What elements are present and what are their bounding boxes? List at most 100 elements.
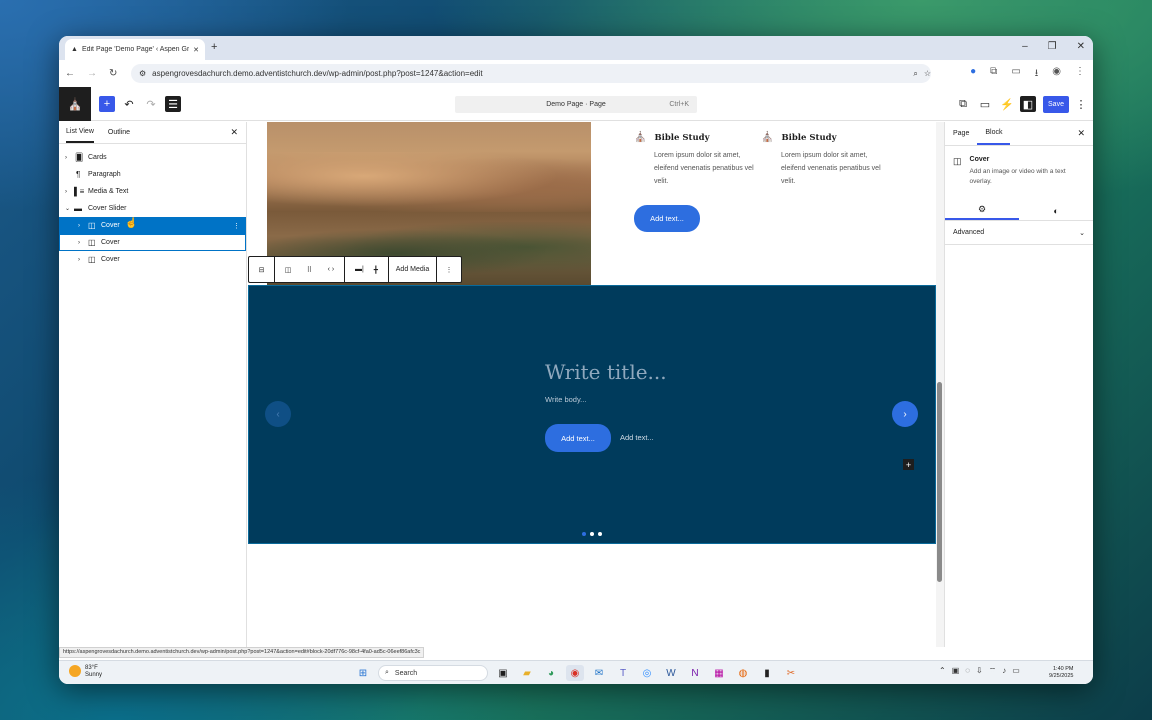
tab-list-view[interactable]: List View [66, 122, 94, 143]
maximize-icon[interactable]: ❐ [1048, 41, 1057, 52]
chevron-right-icon[interactable]: › [65, 189, 67, 195]
tray-app-icon[interactable]: ⇩ [976, 666, 983, 676]
slide-dot[interactable] [590, 532, 594, 536]
extension-dot-icon[interactable]: ● [970, 66, 976, 83]
forward-icon[interactable]: → [87, 68, 97, 79]
back-icon[interactable]: ← [65, 68, 75, 79]
card-column[interactable]: ⛪ Bible Study Lorem ipsum dolor sit amet,… [761, 132, 881, 188]
tab-block[interactable]: Block [977, 122, 1011, 145]
preview-device-icon[interactable]: ▭ [977, 96, 993, 112]
minimize-icon[interactable]: – [1022, 41, 1028, 52]
cover-secondary-link[interactable]: Add text... [620, 433, 654, 442]
card-button[interactable]: Add text... [634, 205, 700, 232]
word-icon[interactable]: W [662, 665, 680, 681]
bookmark-star-icon[interactable]: ☆ [924, 69, 931, 78]
site-info-icon[interactable]: ⚙ [139, 69, 146, 78]
cast-icon[interactable]: ▭ [1011, 66, 1020, 83]
next-slide-icon[interactable]: › [892, 401, 918, 427]
reload-icon[interactable]: ↻ [109, 68, 117, 79]
download-icon[interactable]: ⭳ [1035, 66, 1039, 83]
tab-outline[interactable]: Outline [108, 129, 130, 136]
zoom-app-icon[interactable]: ◎ [638, 665, 656, 681]
new-tab-button[interactable]: + [211, 41, 217, 53]
scrollbar-thumb[interactable] [937, 382, 942, 582]
chevron-right-icon[interactable]: › [78, 240, 80, 246]
app-icon[interactable]: ▦ [710, 665, 728, 681]
chrome-icon[interactable]: ◉ [566, 665, 584, 681]
list-item-media-text[interactable]: › ▌≡ Media & Text [59, 183, 246, 200]
align-center-icon[interactable]: ╋ [374, 266, 378, 274]
browser-menu-icon[interactable]: ⋮ [1075, 66, 1085, 83]
edge-icon[interactable]: ◕ [542, 665, 560, 681]
chevron-right-icon[interactable]: › [65, 155, 67, 161]
cover-block-icon[interactable]: ◫ [285, 266, 292, 274]
undo-icon[interactable]: ↶ [121, 96, 137, 112]
close-window-icon[interactable]: ✕ [1077, 41, 1085, 52]
list-item-cover[interactable]: › ◫ Cover [59, 234, 246, 251]
item-options-icon[interactable]: ⋮ [233, 222, 240, 230]
settings-sidebar-icon[interactable]: ◧ [1020, 96, 1036, 112]
file-explorer-icon[interactable]: ▰ [518, 665, 536, 681]
windows-start-icon[interactable]: ⊞ [354, 665, 372, 681]
outlook-icon[interactable]: ✉ [590, 665, 608, 681]
list-item-cards[interactable]: › 🂠 Cards [59, 149, 246, 166]
tray-app-icon[interactable]: ▣ [952, 666, 960, 676]
drag-handle-icon[interactable]: ⠿ [307, 266, 312, 274]
chevron-up-icon[interactable]: ⌃ [939, 666, 946, 676]
cover-slide[interactable]: ‹ Write title... Write body... Add text.… [248, 285, 936, 544]
tray-app-icon[interactable]: ◌ [965, 666, 970, 676]
teams-icon[interactable]: T [614, 665, 632, 681]
advanced-panel-toggle[interactable]: Advanced ⌄ [945, 221, 1093, 245]
onenote-icon[interactable]: N [686, 665, 704, 681]
snipping-tool-icon[interactable]: ✂ [782, 665, 800, 681]
close-tab-icon[interactable]: ✕ [193, 46, 199, 54]
profile-icon[interactable]: ◉ [1052, 66, 1061, 83]
block-options-icon[interactable]: ⋮ [437, 257, 461, 282]
add-media-button[interactable]: Add Media [389, 257, 437, 282]
chevron-right-icon[interactable]: › [78, 223, 80, 229]
view-page-icon[interactable]: ⧉ [955, 96, 971, 112]
list-item-cover-slider[interactable]: ⌄ ▬ Cover Slider [59, 200, 246, 217]
close-list-view-icon[interactable]: ✕ [230, 127, 238, 138]
task-view-icon[interactable]: ▣ [494, 665, 512, 681]
options-menu-icon[interactable]: ⋮ [1073, 96, 1089, 112]
add-block-button[interactable]: + [99, 96, 115, 112]
card-column[interactable]: ⛪ Bible Study Lorem ipsum dolor sit amet,… [634, 132, 754, 188]
chevron-right-icon[interactable]: › [78, 257, 80, 263]
settings-gear-icon[interactable]: ⚙ [945, 201, 1019, 220]
list-item-cover-selected[interactable]: › ◫ Cover ☝ ⋮ [59, 217, 246, 234]
previous-slide-icon[interactable]: ‹ [265, 401, 291, 427]
taskbar-search[interactable]: ⌕ Search [378, 665, 488, 681]
site-logo-icon[interactable]: ⛪ [59, 87, 91, 121]
parent-block-icon[interactable]: ⊟ [249, 257, 275, 282]
cover-title[interactable]: Write title... [545, 360, 667, 384]
cover-button[interactable]: Add text... [545, 424, 611, 452]
styles-contrast-icon[interactable]: ◐ [1019, 201, 1093, 220]
cover-body[interactable]: Write body... [545, 395, 586, 404]
move-arrows-icon[interactable]: ‹ › [328, 266, 335, 273]
redo-icon[interactable]: ↷ [143, 96, 159, 112]
speaker-icon[interactable]: ♪ [1002, 666, 1006, 676]
zoom-icon[interactable]: ⌕ [913, 69, 917, 79]
document-overview-icon[interactable]: ☰ [165, 96, 181, 112]
close-inspector-icon[interactable]: ✕ [1077, 128, 1085, 139]
align-left-icon[interactable]: ▬| [355, 266, 364, 273]
tab-page[interactable]: Page [945, 122, 977, 145]
wifi-icon[interactable]: ⌔ [989, 666, 997, 676]
browser-tab[interactable]: ▲ Edit Page 'Demo Page' ‹ Aspen Gr ✕ [65, 39, 205, 60]
address-bar[interactable]: ⚙ aspengrovesdachurch.demo.adventistchur… [131, 64, 931, 83]
weather-widget[interactable]: 83°F Sunny [69, 665, 102, 679]
slide-dot-active[interactable] [582, 532, 586, 536]
taskbar-clock[interactable]: 1:40 PM 9/25/2025 [1049, 666, 1073, 680]
firefox-icon[interactable]: ◍ [734, 665, 752, 681]
command-palette[interactable]: Demo Page · Page Ctrl+K [455, 96, 697, 113]
battery-icon[interactable]: ▭ [1012, 666, 1020, 676]
extensions-icon[interactable]: ⧉ [990, 66, 997, 83]
save-button[interactable]: Save [1043, 96, 1069, 113]
terminal-icon[interactable]: ▮ [758, 665, 776, 681]
list-item-cover[interactable]: › ◫ Cover [59, 251, 246, 268]
slide-dot[interactable] [598, 532, 602, 536]
list-item-paragraph[interactable]: ¶ Paragraph [59, 166, 246, 183]
chevron-down-icon[interactable]: ⌄ [65, 205, 70, 212]
canvas-scrollbar[interactable] [936, 122, 944, 647]
